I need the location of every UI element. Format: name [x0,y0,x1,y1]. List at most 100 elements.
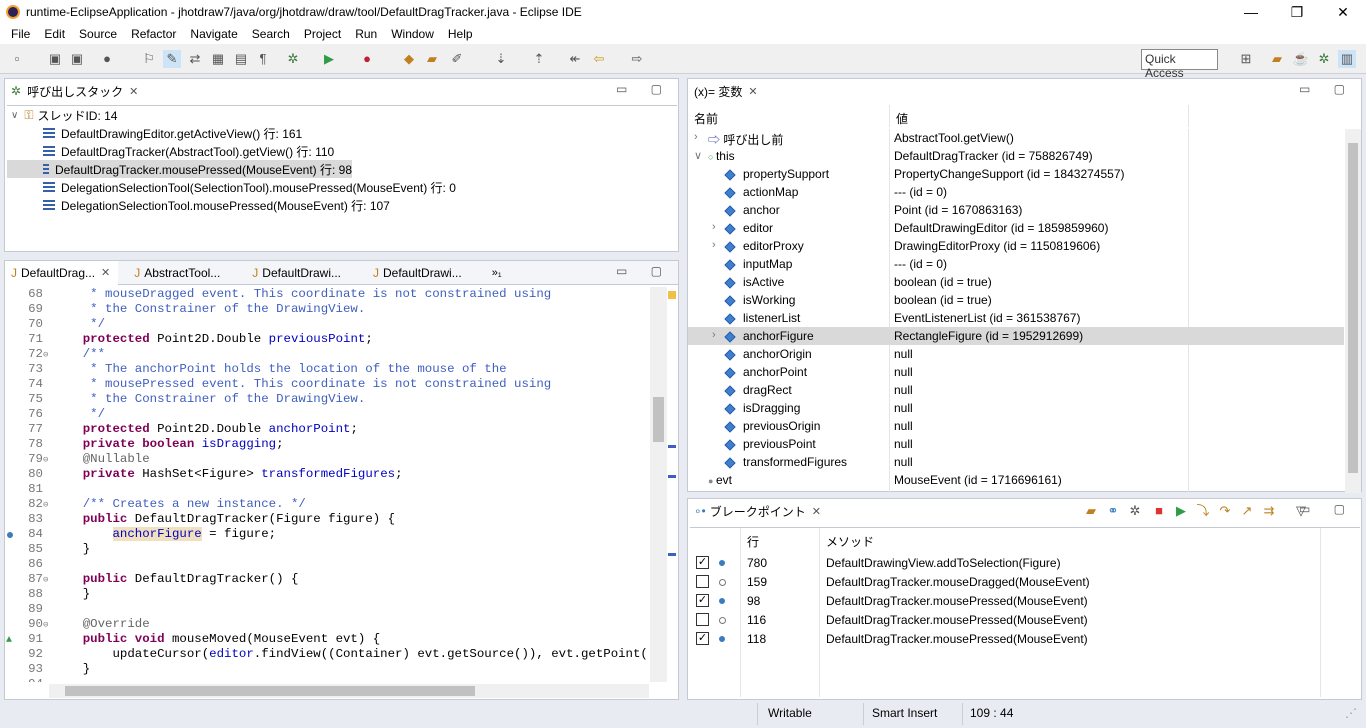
debug-perspective-icon[interactable]: ● [98,50,116,68]
menu-window[interactable]: Window [384,27,441,41]
menu-file[interactable]: File [4,27,37,41]
scroll-thumb[interactable] [1348,143,1358,473]
show-whitespace-icon[interactable]: ▤ [232,50,250,68]
minimize-button[interactable]: — [1228,0,1274,24]
variable-row[interactable]: listenerList EventListenerList (id = 3615… [688,309,1344,327]
menu-source[interactable]: Source [72,27,124,41]
column-header-name[interactable]: 名前 [688,105,890,127]
callstack-tab[interactable]: ✲ 呼び出しスタック ✕ [5,83,138,100]
column-header-value[interactable]: 値 [890,105,1189,127]
variables-tab[interactable]: (x)= 変数 ✕ [688,83,758,100]
variable-row[interactable]: anchorOrigin null [688,345,1344,363]
view-minmax-buttons[interactable]: ▭ ▢ [1299,82,1355,96]
occurrence-marker-icon[interactable] [668,445,676,448]
editor-horizontal-scrollbar[interactable] [49,684,649,698]
menu-project[interactable]: Project [297,27,348,41]
breakpoint-line[interactable]: 159 [747,575,767,589]
breakpoint-enabled-checkbox[interactable] [696,613,709,626]
breakpoint-method[interactable]: DefaultDragTracker.mousePressed(MouseEve… [826,594,1088,608]
chevron-right-icon[interactable]: › [694,131,698,143]
stack-frame-row[interactable]: DelegationSelectionTool.mousePressed(Mou… [7,196,677,214]
save-icon[interactable]: ▣ [46,50,64,68]
variable-row[interactable]: anchorPoint null [688,363,1344,381]
breakpoint-method[interactable]: DefaultDragTracker.mousePressed(MouseEve… [826,632,1088,646]
tab-overflow-button[interactable]: »₁ [492,267,502,279]
step-return-icon[interactable]: ↗ [1238,502,1256,520]
editor-tab-active[interactable]: J DefaultDrag... ✕ [5,260,119,285]
view-minmax-buttons[interactable]: ▭ ▢ [1299,502,1355,516]
save-all-icon[interactable]: ▣ [68,50,86,68]
menu-navigate[interactable]: Navigate [183,27,244,41]
step-over-icon[interactable]: ↷ [1216,502,1234,520]
search-task-icon[interactable]: ✐ [448,50,466,68]
stack-frame-row-selected[interactable]: DefaultDragTracker.mousePressed(MouseEve… [7,160,352,178]
scroll-thumb[interactable] [65,686,475,696]
terminate-icon[interactable]: ■ [1150,502,1168,520]
variable-row[interactable]: dragRect null [688,381,1344,399]
java-perspective-icon[interactable]: ☕ [1292,50,1310,68]
close-button[interactable]: ✕ [1320,0,1366,24]
chevron-right-icon[interactable]: › [712,221,716,233]
view-minmax-buttons[interactable]: ▭ ▢ [616,82,672,96]
column-header-line[interactable]: 行 [747,533,759,550]
menu-search[interactable]: Search [245,27,297,41]
breakpoints-tab[interactable]: ∘• ブレークポイント ✕ [688,503,821,520]
next-annotation-icon[interactable]: ⇄ [186,50,204,68]
variable-row[interactable]: transformedFigures null [688,453,1344,471]
debug-perspective-button-icon[interactable]: ✲ [1315,50,1333,68]
breakpoint-marker-icon[interactable] [7,532,13,538]
editor-tab[interactable]: J AbstractTool... [128,266,220,280]
variable-row[interactable]: actionMap --- (id = 0) [688,183,1344,201]
next-edit-icon[interactable]: ⇣ [492,50,510,68]
chevron-down-icon[interactable]: ∨ [694,149,702,162]
view-minmax-buttons[interactable]: ▭ ▢ [616,264,672,278]
resume-icon[interactable]: ▶ [1172,502,1190,520]
variable-row[interactable]: › anchorFigure RectangleFigure (id = 19529… [688,327,1344,345]
variables-scrollbar[interactable] [1345,129,1361,493]
warning-marker-icon[interactable] [668,291,676,299]
variable-row[interactable]: ● evt MouseEvent (id = 1716696161) [688,471,1344,489]
mark-occurrences-icon[interactable]: ✎ [163,50,181,68]
variable-row[interactable]: ∨ ○ this DefaultDragTracker (id = 75882674… [688,147,1344,165]
breakpoint-line[interactable]: 118 [747,632,766,646]
variable-row[interactable]: › editorProxy DrawingEditorProxy (id = 115… [688,237,1344,255]
stack-frame-row[interactable]: DefaultDrawingEditor.getActiveView() 行: … [7,124,677,142]
new-icon[interactable]: ▫ [8,50,26,68]
java-ee-perspective-icon[interactable]: ▰ [1268,50,1286,68]
breakpoint-enabled-checkbox[interactable] [696,575,709,588]
menu-refactor[interactable]: Refactor [124,27,183,41]
scroll-thumb[interactable] [653,397,664,442]
step-filter-icon[interactable]: ⚐ [140,50,158,68]
block-selection-icon[interactable]: ▦ [209,50,227,68]
breakpoint-method[interactable]: DefaultDragTracker.mousePressed(MouseEve… [826,613,1088,627]
skip-breakpoints-icon[interactable]: ✲ [1126,502,1144,520]
close-tab-icon[interactable]: ✕ [101,266,110,279]
back-arrow-icon[interactable]: ⇦ [590,50,608,68]
thread-row[interactable]: ∨ ⚿ スレッドID: 14 [7,106,677,124]
pilcrow-icon[interactable]: ¶ [254,50,272,68]
prev-edit-icon[interactable]: ⇡ [530,50,548,68]
menu-run[interactable]: Run [348,27,384,41]
restore-button[interactable]: ❐ [1274,0,1320,24]
variable-row[interactable]: previousOrigin null [688,417,1344,435]
breakpoint-method[interactable]: DefaultDrawingView.addToSelection(Figure… [826,556,1061,570]
variable-row[interactable]: previousPoint null [688,435,1344,453]
last-edit-icon[interactable]: ↞ [566,50,584,68]
breakpoint-enabled-checkbox[interactable]: ✓ [696,594,709,607]
code-area[interactable]: 68 * mouseDragged event. This coordinate… [5,287,655,682]
variable-row[interactable]: › ⇨ 呼び出し前 AbstractTool.getView() [688,129,1344,147]
run-icon[interactable]: ▶ [320,50,338,68]
variable-row[interactable]: anchor Point (id = 1670863163) [688,201,1344,219]
variable-row[interactable]: isActive boolean (id = true) [688,273,1344,291]
open-folder-icon[interactable]: ▰ [423,50,441,68]
stack-frame-row[interactable]: DelegationSelectionTool(SelectionTool).m… [7,178,677,196]
occurrence-marker-icon[interactable] [668,553,676,556]
step-into-icon[interactable]: ⤵ [1194,502,1212,520]
close-tab-icon[interactable]: ✕ [129,85,138,98]
variable-row[interactable]: isDragging null [688,399,1344,417]
variable-row[interactable]: isWorking boolean (id = true) [688,291,1344,309]
breakpoint-method[interactable]: DefaultDragTracker.mouseDragged(MouseEve… [826,575,1090,589]
import-breakpoints-icon[interactable]: ▰ [1082,502,1100,520]
editor-vertical-scrollbar[interactable] [650,287,667,682]
chevron-right-icon[interactable]: › [712,239,716,251]
